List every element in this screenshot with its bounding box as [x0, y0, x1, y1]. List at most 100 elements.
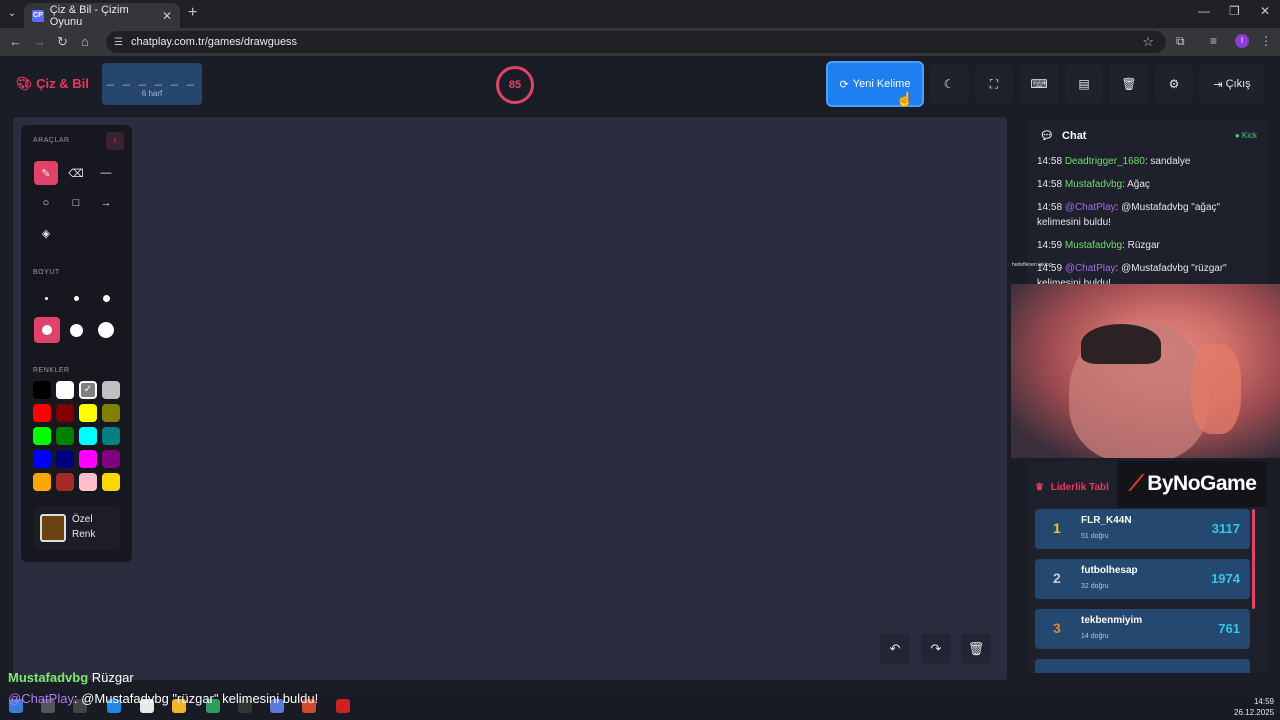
undo-button[interactable]: ↶	[880, 634, 910, 664]
size-dot-icon	[42, 325, 52, 335]
chat-user[interactable]: Mustafadvbg	[1065, 179, 1122, 190]
custom-color-picker[interactable]: Özel Renk	[34, 506, 120, 550]
size-6-button[interactable]	[94, 318, 118, 342]
stream-chat-text: Rüzgar	[91, 670, 134, 685]
color-swatch[interactable]	[102, 427, 120, 445]
app-logo[interactable]: 🎨︎ Çiz & Bil	[16, 76, 89, 92]
tab-title: Çiz & Bil - Çizim Oyunu	[49, 3, 129, 28]
tools-label: ARAÇLAR	[33, 137, 70, 144]
chat-time: 14:58	[1037, 156, 1063, 167]
color-swatch[interactable]	[33, 473, 51, 491]
site-info-icon[interactable]: ☰	[114, 37, 123, 48]
color-swatch[interactable]	[102, 450, 120, 468]
arrow-tool[interactable]: →	[94, 191, 118, 215]
chat-user[interactable]: Deadtrigger_1680	[1065, 156, 1145, 167]
color-swatch[interactable]	[79, 427, 97, 445]
clear-button[interactable]: 🗑︎	[1110, 64, 1148, 104]
archive-button[interactable]: ▤	[1065, 64, 1103, 104]
eraser-icon: ⌫	[68, 167, 84, 180]
size-1-button[interactable]	[34, 286, 58, 310]
color-swatch[interactable]	[79, 473, 97, 491]
color-swatch[interactable]	[56, 473, 74, 491]
color-swatch[interactable]	[56, 381, 74, 399]
bookmark-star-icon[interactable]: ☆	[1142, 34, 1154, 50]
system-clock[interactable]: 14:59 26.12.2025	[1234, 696, 1274, 718]
dark-mode-button[interactable]: ☾	[930, 64, 968, 104]
obs-icon[interactable]	[336, 699, 350, 713]
tab-list-icon[interactable]: ⌄	[4, 6, 20, 22]
leaderboard-scrollbar[interactable]	[1252, 509, 1255, 609]
color-swatch[interactable]	[33, 427, 51, 445]
rectangle-tool[interactable]: □	[64, 191, 88, 215]
chat-user[interactable]: Mustafadvbg	[1065, 240, 1122, 251]
line-icon: —	[100, 167, 112, 179]
extensions-icon[interactable]: ⧉	[1176, 34, 1185, 49]
color-swatch[interactable]: ✓	[79, 381, 97, 399]
browser-tab[interactable]: CP Çiz & Bil - Çizim Oyunu ✕	[24, 3, 180, 28]
refresh-icon: ⟳	[839, 78, 849, 91]
logo-text: Çiz & Bil	[36, 76, 89, 91]
eraser-tool[interactable]: ⌫	[64, 161, 88, 185]
color-swatch[interactable]	[102, 404, 120, 422]
color-swatch[interactable]	[33, 381, 51, 399]
close-tab-icon[interactable]: ✕	[162, 9, 172, 23]
redo-icon: ↷	[930, 641, 942, 656]
color-swatch[interactable]	[79, 404, 97, 422]
color-swatch[interactable]	[79, 450, 97, 468]
arrow-right-icon: →	[100, 197, 112, 209]
reload-icon[interactable]: ↻	[57, 34, 68, 50]
size-5-button[interactable]	[64, 318, 88, 342]
menu-icon[interactable]: ⋮	[1260, 34, 1272, 48]
profile-avatar[interactable]: I	[1235, 34, 1249, 48]
media-icon[interactable]: ≡	[1210, 34, 1217, 48]
exit-button[interactable]: ⇥ Çıkış	[1200, 64, 1264, 104]
collapse-panel-button[interactable]: ‹	[106, 132, 124, 150]
brush-tool[interactable]: ✎	[34, 161, 58, 185]
webcam-hand	[1191, 344, 1241, 434]
settings-button[interactable]: ⚙	[1155, 64, 1193, 104]
moon-icon: ☾	[943, 77, 955, 91]
color-swatch[interactable]	[56, 427, 74, 445]
chat-status-text: Kick	[1241, 131, 1257, 140]
stream-chat-line: @ChatPlay: @Mustafadvbg "rüzgar" kelimes…	[8, 691, 318, 706]
archive-icon: ▤	[1078, 77, 1090, 91]
chat-user[interactable]: @ChatPlay	[1065, 202, 1116, 213]
circle-tool[interactable]: ○	[34, 191, 58, 215]
home-icon[interactable]: ⌂	[81, 34, 89, 49]
custom-color-chip[interactable]	[40, 514, 66, 542]
size-3-button[interactable]	[94, 286, 118, 310]
minimize-icon[interactable]: —	[1198, 4, 1210, 18]
stream-chat-text: : @Mustafadvbg "rüzgar" kelimesini buldu…	[73, 691, 319, 706]
size-4-button[interactable]	[34, 317, 60, 343]
color-swatch[interactable]	[56, 450, 74, 468]
exit-label: Çıkış	[1225, 78, 1251, 90]
forward-icon[interactable]: →	[33, 34, 46, 49]
line-tool[interactable]: —	[94, 161, 118, 185]
leaderboard-correct: 14 doğru	[1081, 633, 1109, 640]
color-swatch[interactable]	[102, 381, 120, 399]
size-dot-icon	[69, 323, 83, 337]
back-icon[interactable]: ←	[9, 34, 22, 49]
address-bar[interactable]: ☰ chatplay.com.tr/games/drawguess ☆	[106, 31, 1166, 53]
redo-button[interactable]: ↷	[921, 634, 951, 664]
word-hint: 6 harf	[141, 89, 163, 98]
color-swatch[interactable]	[102, 473, 120, 491]
chat-user[interactable]: @ChatPlay	[1065, 263, 1116, 274]
clear-canvas-button[interactable]: 🗑︎	[961, 634, 991, 664]
crown-icon: ♛	[1035, 482, 1044, 493]
drawing-canvas[interactable]	[13, 117, 1007, 680]
window-close-icon[interactable]: ✕	[1260, 4, 1270, 18]
fullscreen-button[interactable]: ⛶	[975, 64, 1013, 104]
circle-icon: ○	[42, 197, 50, 209]
restore-icon[interactable]: ❐	[1229, 4, 1240, 18]
new-tab-icon[interactable]: +	[188, 4, 197, 22]
color-swatch[interactable]	[56, 404, 74, 422]
size-2-button[interactable]	[64, 286, 88, 310]
browser-toolbar: ← → ↻ ⌂ ☰ chatplay.com.tr/games/drawgues…	[0, 28, 1280, 56]
color-swatch[interactable]	[33, 450, 51, 468]
keyboard-button[interactable]: ⌨	[1020, 64, 1058, 104]
color-swatch[interactable]	[33, 404, 51, 422]
leaderboard-row	[1035, 659, 1250, 673]
fill-tool[interactable]: ◈	[34, 221, 58, 245]
leaderboard-rank: 3	[1053, 620, 1061, 636]
